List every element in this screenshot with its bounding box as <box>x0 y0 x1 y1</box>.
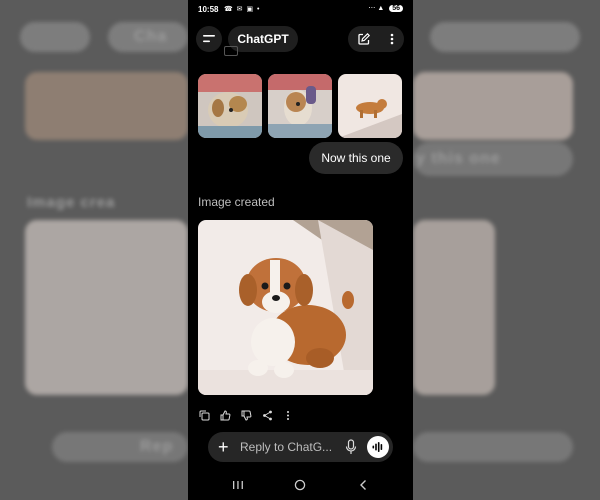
bg-status-text: Image crea <box>27 194 116 211</box>
status-right-icons: ⋯ ▲ 56 <box>368 4 403 12</box>
message-input[interactable] <box>240 438 340 456</box>
bg-puppy-left <box>25 220 188 395</box>
attached-image-1[interactable] <box>198 74 262 138</box>
bg-photo-left <box>25 72 188 140</box>
attached-images <box>198 74 403 138</box>
puppy-photo-1 <box>198 74 262 138</box>
voice-mode-icon <box>372 442 383 452</box>
bg-pill-right <box>430 22 580 52</box>
image-created-label: Image created <box>198 195 275 209</box>
bg-reply-text: Rep <box>140 438 174 455</box>
signal-icon: ⋯ ▲ <box>368 5 385 12</box>
copy-icon[interactable] <box>198 408 210 422</box>
user-message-bubble: Now this one <box>309 142 403 174</box>
puppy-photo-3 <box>338 74 402 138</box>
share-icon[interactable] <box>261 408 273 422</box>
bg-bubble-text: y this one <box>416 150 501 167</box>
message-actions <box>198 408 294 422</box>
top-bar: ChatGPT <box>188 22 413 56</box>
new-chat-icon[interactable] <box>357 32 371 46</box>
bg-puppy-right <box>413 220 495 395</box>
thumbs-down-icon[interactable] <box>240 408 252 422</box>
puppy-photo-2 <box>268 74 332 138</box>
thumbs-up-icon[interactable] <box>219 408 231 422</box>
home-button[interactable] <box>292 477 308 493</box>
more-options-icon[interactable] <box>282 408 294 422</box>
attached-image-3[interactable] <box>338 74 402 138</box>
phone-screen: 10:58 ☎ ✉ ▣ • ⋯ ▲ 56 ChatGPT Now this on… <box>188 0 413 500</box>
battery-icon: 56 <box>389 5 403 12</box>
android-nav-bar <box>188 474 413 496</box>
generated-puppy-image <box>198 220 373 395</box>
bg-title-text: Cha <box>134 28 168 45</box>
bg-pill-left <box>20 22 90 52</box>
message-composer: + <box>208 432 393 462</box>
status-bar: 10:58 ☎ ✉ ▣ • ⋯ ▲ 56 <box>188 0 413 20</box>
bg-photo-right <box>413 72 573 140</box>
generated-image[interactable] <box>198 220 373 395</box>
more-icon[interactable] <box>389 32 395 46</box>
add-attachment-button[interactable]: + <box>218 437 234 457</box>
back-button[interactable] <box>355 477 371 493</box>
status-notification-icons: ☎ ✉ ▣ • <box>224 6 261 13</box>
scrolled-actions-fragment <box>224 46 238 56</box>
recent-apps-button[interactable] <box>230 477 246 493</box>
header-actions <box>348 26 404 52</box>
voice-mode-button[interactable] <box>367 436 389 458</box>
microphone-icon[interactable] <box>344 439 358 455</box>
user-message-text: Now this one <box>321 151 391 165</box>
page-title: ChatGPT <box>237 32 289 46</box>
menu-icon <box>203 35 215 43</box>
model-selector[interactable]: ChatGPT <box>228 26 298 52</box>
status-time: 10:58 <box>198 5 219 14</box>
menu-button[interactable] <box>196 26 222 52</box>
bg-composer-right <box>413 432 573 462</box>
attached-image-2[interactable] <box>268 74 332 138</box>
